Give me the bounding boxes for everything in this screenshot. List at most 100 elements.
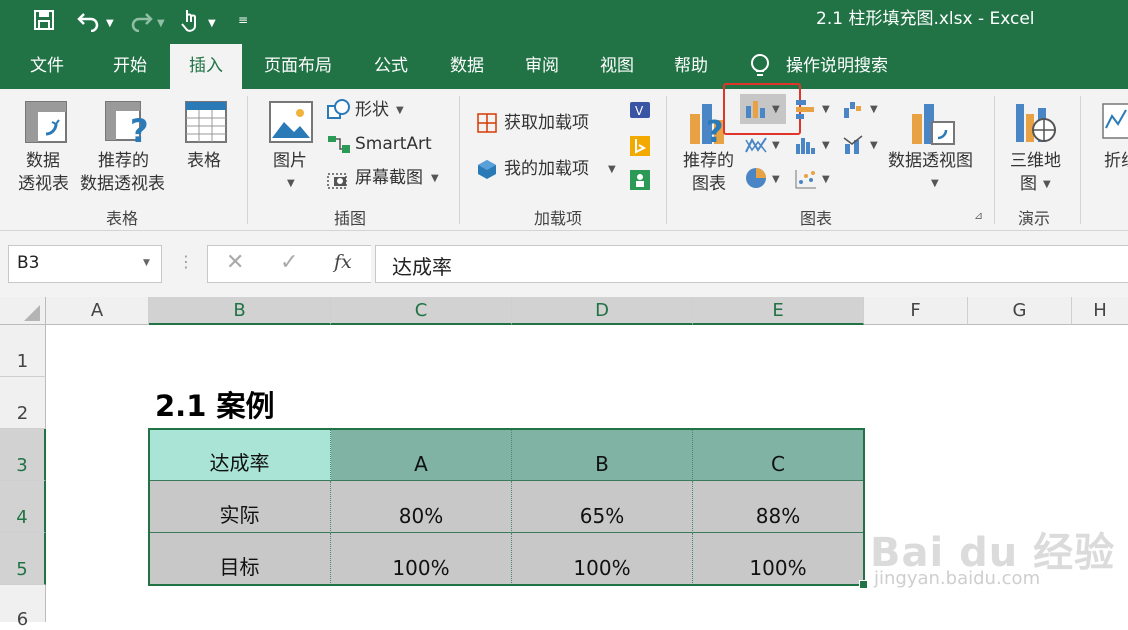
- fill-handle[interactable]: [859, 580, 868, 589]
- smartart-icon[interactable]: [326, 133, 352, 155]
- enter-icon[interactable]: ✓: [280, 250, 298, 275]
- people-graph-icon[interactable]: [628, 168, 652, 192]
- touch-dropdown-icon[interactable]: ▼: [208, 14, 216, 34]
- waterfall-dropdown-icon[interactable]: ▼: [870, 104, 878, 115]
- line-chart-dropdown-icon[interactable]: ▼: [772, 140, 780, 151]
- pivot-table-label-1[interactable]: 数据: [26, 150, 60, 172]
- waterfall-chart-icon[interactable]: [842, 98, 866, 120]
- table-header-cell[interactable]: A: [331, 429, 512, 481]
- table-cell[interactable]: 目标: [149, 533, 331, 585]
- recommended-pivot-icon[interactable]: ?: [104, 100, 152, 144]
- get-addins-label[interactable]: 获取加载项: [504, 112, 589, 134]
- get-addins-icon[interactable]: [476, 112, 498, 134]
- pivot-table-icon[interactable]: [24, 100, 68, 144]
- row-header-5[interactable]: 5: [0, 533, 46, 585]
- save-icon[interactable]: [32, 8, 56, 32]
- combo-chart-dropdown-icon[interactable]: ▼: [870, 140, 878, 151]
- visio-icon[interactable]: V: [628, 98, 652, 122]
- column-header-h[interactable]: H: [1072, 297, 1128, 325]
- bar-chart-dropdown-icon[interactable]: ▼: [822, 104, 830, 115]
- table-header-cell[interactable]: 达成率: [149, 429, 331, 481]
- tab-help[interactable]: 帮助: [660, 44, 722, 89]
- tab-insert[interactable]: 插入: [170, 44, 242, 89]
- stat-chart-icon[interactable]: [794, 134, 818, 156]
- name-box-dropdown-icon[interactable]: ▼: [143, 258, 150, 268]
- column-header-e[interactable]: E: [693, 297, 864, 325]
- combo-chart-icon[interactable]: [842, 134, 866, 156]
- row-header-4[interactable]: 4: [0, 481, 46, 533]
- name-box[interactable]: B3 ▼: [8, 245, 162, 283]
- tab-data[interactable]: 数据: [436, 44, 498, 89]
- column-header-a[interactable]: A: [46, 297, 149, 325]
- table-cell[interactable]: 100%: [693, 533, 864, 585]
- scatter-chart-dropdown-icon[interactable]: ▼: [822, 174, 830, 185]
- customize-toolbar-icon[interactable]: ≡: [238, 10, 248, 30]
- insert-function-button[interactable]: fx: [334, 251, 352, 273]
- lightbulb-icon[interactable]: [748, 52, 772, 82]
- pictures-dropdown-icon[interactable]: ▼: [287, 178, 295, 189]
- cancel-icon[interactable]: ✕: [226, 250, 244, 275]
- dialog-launcher-icon[interactable]: ⊿: [974, 209, 983, 222]
- row-header-6[interactable]: 6: [0, 585, 46, 630]
- screenshot-dropdown-icon[interactable]: ▼: [431, 173, 439, 184]
- pictures-icon[interactable]: [268, 100, 314, 144]
- smartart-label[interactable]: SmartArt: [355, 133, 432, 155]
- line-chart-icon[interactable]: [744, 134, 768, 156]
- bing-maps-icon[interactable]: [628, 134, 652, 158]
- table-cell[interactable]: 实际: [149, 481, 331, 533]
- shapes-dropdown-icon[interactable]: ▼: [396, 105, 404, 116]
- recommended-charts-label-1[interactable]: 推荐的: [683, 150, 734, 172]
- row-header-2[interactable]: 2: [0, 377, 46, 429]
- 3d-map-icon[interactable]: [1012, 100, 1058, 146]
- table-cell[interactable]: 100%: [512, 533, 693, 585]
- formula-input[interactable]: 达成率: [375, 245, 1128, 283]
- table-header-cell[interactable]: B: [512, 429, 693, 481]
- pivot-table-label-2[interactable]: 透视表: [18, 173, 69, 195]
- table-cell[interactable]: 65%: [512, 481, 693, 533]
- pivot-chart-dropdown-icon[interactable]: ▼: [931, 178, 939, 189]
- tab-home[interactable]: 开始: [96, 44, 164, 89]
- select-all-button[interactable]: [0, 297, 46, 325]
- redo-icon[interactable]: [128, 8, 154, 32]
- pivot-chart-label[interactable]: 数据透视图: [888, 150, 973, 172]
- screenshot-label[interactable]: 屏幕截图: [355, 167, 423, 189]
- recommended-charts-label-2[interactable]: 图表: [692, 173, 726, 195]
- 3d-map-label-2[interactable]: 图: [1020, 173, 1037, 195]
- tab-view[interactable]: 视图: [586, 44, 648, 89]
- touch-mode-icon[interactable]: [178, 6, 202, 34]
- my-addins-icon[interactable]: [476, 158, 498, 180]
- recommended-pivot-label-1[interactable]: 推荐的: [98, 150, 149, 172]
- 3d-map-dropdown-icon[interactable]: ▼: [1043, 179, 1051, 190]
- table-label[interactable]: 表格: [187, 150, 221, 172]
- my-addins-dropdown-icon[interactable]: ▼: [608, 164, 616, 175]
- column-header-g[interactable]: G: [968, 297, 1072, 325]
- pie-chart-icon[interactable]: [744, 166, 768, 190]
- 3d-map-label-1[interactable]: 三维地: [1010, 150, 1061, 172]
- table-icon[interactable]: [184, 100, 228, 144]
- undo-icon[interactable]: [76, 8, 102, 32]
- scatter-chart-icon[interactable]: [794, 168, 818, 190]
- table-cell[interactable]: 100%: [331, 533, 512, 585]
- table-cell[interactable]: 80%: [331, 481, 512, 533]
- column-header-d[interactable]: D: [512, 297, 693, 325]
- line-sparkline-label[interactable]: 折线: [1104, 150, 1128, 172]
- column-header-f[interactable]: F: [864, 297, 968, 325]
- tell-me-search[interactable]: 操作说明搜索: [786, 44, 906, 89]
- undo-dropdown-icon[interactable]: ▼: [106, 14, 114, 34]
- bar-chart-icon[interactable]: [794, 98, 818, 120]
- my-addins-label[interactable]: 我的加载项: [504, 158, 589, 180]
- shapes-icon[interactable]: [326, 98, 352, 122]
- line-sparkline-icon[interactable]: [1102, 102, 1128, 142]
- table-header-cell[interactable]: C: [693, 429, 864, 481]
- table-cell[interactable]: 88%: [693, 481, 864, 533]
- row-header-1[interactable]: 1: [0, 325, 46, 377]
- pie-chart-dropdown-icon[interactable]: ▼: [772, 174, 780, 185]
- tab-page-layout[interactable]: 页面布局: [252, 44, 344, 89]
- screenshot-icon[interactable]: [326, 168, 352, 190]
- redo-dropdown-icon[interactable]: ▼: [157, 14, 165, 34]
- tab-review[interactable]: 审阅: [511, 44, 573, 89]
- tab-formulas[interactable]: 公式: [360, 44, 422, 89]
- tab-file[interactable]: 文件: [12, 44, 82, 89]
- pictures-label[interactable]: 图片: [273, 150, 307, 172]
- recommended-pivot-label-2[interactable]: 数据透视表: [80, 173, 165, 195]
